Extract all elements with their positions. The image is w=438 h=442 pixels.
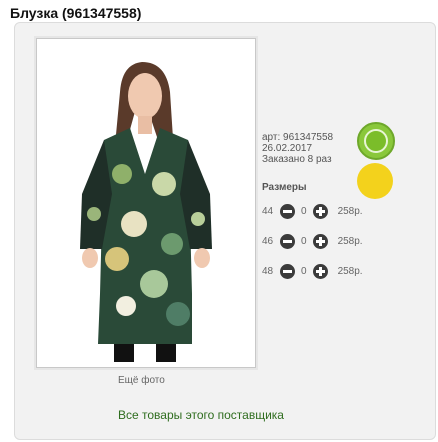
leaf-badge-icon [357, 122, 395, 160]
size-value: 44 [262, 205, 274, 217]
size-value: 46 [262, 235, 274, 247]
more-photo-link[interactable]: Ещё фото [118, 375, 165, 386]
minus-circle-icon[interactable] [280, 203, 295, 219]
plus-circle-icon[interactable] [312, 263, 328, 279]
size-qty: 0 [301, 205, 307, 217]
size-row: 48 0 258р. [262, 263, 363, 279]
size-value: 48 [262, 265, 274, 277]
product-info: арт: 961347558 26.02.2017 Заказано 8 раз [262, 132, 333, 165]
size-price: 258р. [337, 235, 363, 247]
product-photo[interactable] [42, 44, 250, 362]
minus-circle-icon[interactable] [280, 233, 295, 249]
size-row: 44 0 258р. [262, 203, 363, 219]
plus-circle-icon[interactable] [312, 203, 328, 219]
ordered-count: Заказано 8 раз [262, 154, 332, 165]
sizes-heading: Размеры [262, 182, 307, 193]
product-title: Блузка (961347558) [10, 5, 142, 21]
plus-circle-icon[interactable] [312, 233, 328, 249]
product-photo-frame[interactable] [36, 38, 256, 368]
article-number: арт: 961347558 [262, 132, 334, 143]
size-qty: 0 [301, 235, 307, 247]
size-price: 258р. [337, 205, 363, 217]
supplier-products-link[interactable]: Все товары этого поставщика [118, 408, 284, 422]
size-price: 258р. [337, 265, 363, 277]
product-date: 26.02.2017 [262, 143, 313, 154]
minus-circle-icon[interactable] [280, 263, 295, 279]
sun-badge-icon [357, 163, 393, 199]
size-qty: 0 [301, 265, 307, 277]
size-row: 46 0 258р. [262, 233, 363, 249]
